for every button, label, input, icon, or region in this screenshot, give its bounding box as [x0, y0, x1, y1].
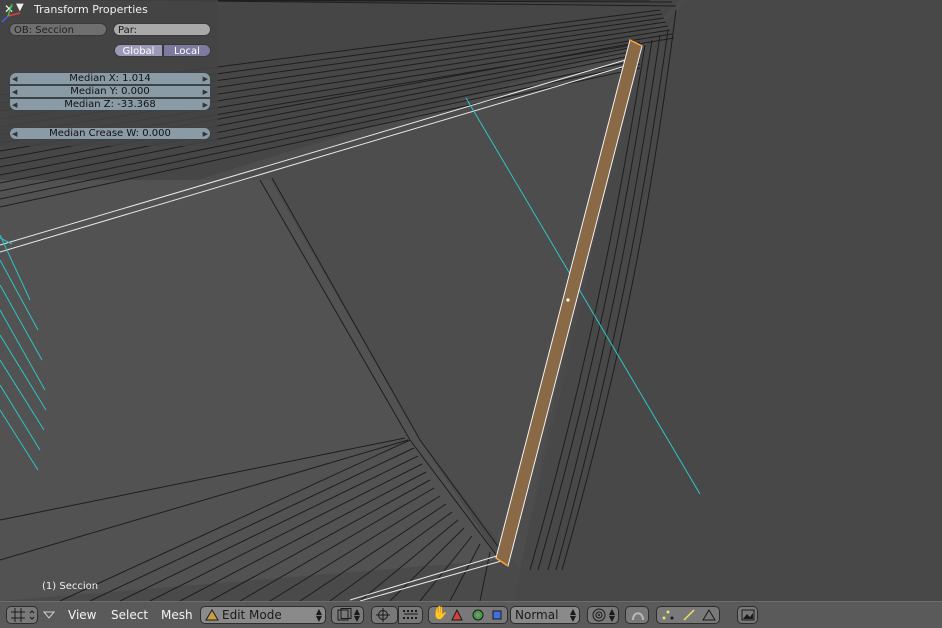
vertex-select-icon[interactable]	[661, 609, 675, 621]
editor-type-selector[interactable]	[6, 606, 38, 624]
mode-dropdown[interactable]: Edit Mode ▲ ▼	[200, 606, 326, 624]
increment-arrow-icon[interactable]: ▶	[203, 99, 208, 111]
median-z-label: Median Z: -33.368	[64, 99, 156, 110]
menu-view[interactable]: View	[68, 608, 96, 622]
median-y-label: Median Y: 0.000	[70, 86, 150, 97]
menu-select[interactable]: Select	[111, 608, 148, 622]
select-mode-group	[656, 606, 720, 624]
orientation-label: Normal	[515, 608, 559, 622]
manipulator-icon	[403, 610, 418, 619]
manipulator-group: ✋	[428, 606, 508, 624]
image-icon	[741, 609, 755, 621]
viewport-header: View Select Mesh Edit Mode ▲ ▼ ▲ ▼ ✋ Nor…	[0, 601, 942, 628]
proportional-edit-dropdown[interactable]: ▲ ▼	[587, 606, 619, 624]
orientation-dropdown[interactable]: Normal ▲ ▼	[510, 606, 580, 624]
increment-arrow-icon[interactable]: ▶	[203, 73, 208, 85]
decrement-arrow-icon[interactable]: ◀	[12, 99, 17, 111]
scale-icon[interactable]	[492, 610, 502, 620]
transform-properties-panel: ✕ ▼ Transform Properties OB: Seccion Par…	[0, 0, 218, 146]
updown-arrow-icon: ▲ ▼	[608, 607, 615, 623]
magnet-icon	[632, 612, 644, 621]
translate-icon[interactable]	[451, 609, 463, 621]
edge-select-icon[interactable]	[682, 609, 696, 621]
increment-arrow-icon[interactable]: ▶	[203, 128, 208, 140]
face-center-dot	[566, 298, 570, 302]
increment-arrow-icon[interactable]: ▶	[203, 86, 208, 98]
rotate-icon[interactable]	[472, 609, 484, 621]
menu-mesh[interactable]: Mesh	[161, 608, 193, 622]
decrement-arrow-icon[interactable]: ◀	[12, 73, 17, 85]
proportional-edit-icon	[592, 608, 606, 622]
active-object-label: (1) Seccion	[42, 581, 99, 592]
local-toggle[interactable]: Local	[163, 44, 211, 57]
median-z-field[interactable]: ◀ Median Z: -33.368 ▶	[9, 98, 211, 111]
updown-arrow-icon: ▲ ▼	[315, 607, 322, 623]
median-y-field[interactable]: ◀ Median Y: 0.000 ▶	[9, 85, 211, 98]
median-crease-field[interactable]: ◀ Median Crease W: 0.000 ▶	[9, 127, 211, 140]
decrement-arrow-icon[interactable]: ◀	[12, 86, 17, 98]
edit-mode-icon	[205, 609, 219, 621]
parent-field[interactable]: Par:	[113, 23, 211, 36]
hand-icon[interactable]: ✋	[432, 606, 448, 621]
collapse-menu-icon[interactable]	[43, 610, 55, 620]
median-x-label: Median X: 1.014	[69, 73, 151, 84]
axis-gizmo-icon	[1, 3, 21, 23]
decrement-arrow-icon[interactable]: ◀	[12, 128, 17, 140]
median-x-field[interactable]: ◀ Median X: 1.014 ▶	[9, 72, 211, 85]
3d-viewport[interactable]: ✕ ▼ Transform Properties OB: Seccion Par…	[0, 0, 942, 601]
face-select-icon[interactable]	[702, 609, 716, 621]
mode-label: Edit Mode	[222, 608, 282, 622]
panel-header: ✕ ▼ Transform Properties	[0, 0, 218, 19]
pivot-crosshair-icon	[376, 608, 390, 622]
transform-widget-button[interactable]	[398, 606, 423, 624]
grid-icon	[11, 608, 35, 622]
draw-type-icon	[337, 608, 352, 621]
updown-arrow-icon: ▲ ▼	[353, 607, 360, 623]
median-crease-label: Median Crease W: 0.000	[49, 128, 171, 139]
draw-type-dropdown[interactable]: ▲ ▼	[331, 606, 364, 624]
global-toggle[interactable]: Global	[114, 44, 163, 57]
snap-toggle[interactable]	[625, 606, 649, 624]
render-preview-button[interactable]	[737, 606, 758, 624]
object-name-field[interactable]: OB: Seccion	[9, 23, 107, 36]
updown-arrow-icon: ▲ ▼	[569, 607, 576, 623]
pivot-dropdown[interactable]	[371, 606, 398, 624]
panel-title: Transform Properties	[34, 3, 148, 16]
